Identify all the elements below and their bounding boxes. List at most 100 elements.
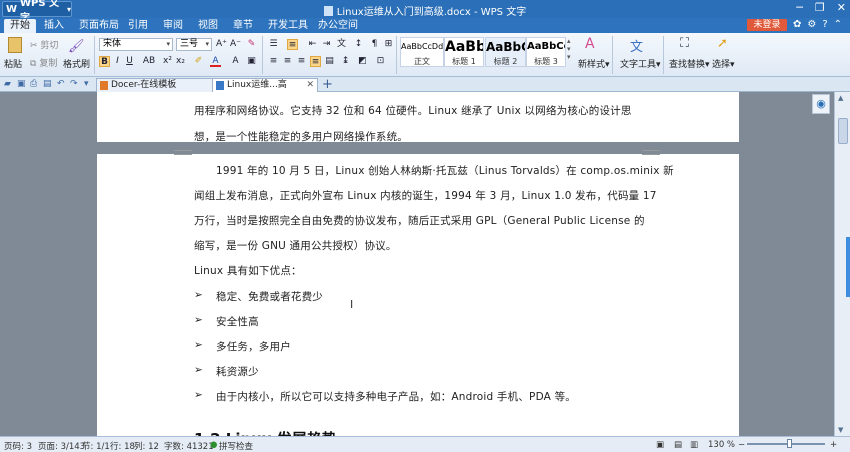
text-tools-button[interactable]: 文字工具▾ bbox=[620, 57, 661, 70]
style-heading-2[interactable]: AaBbC标题 2 bbox=[485, 37, 526, 67]
char-shading-button[interactable]: A bbox=[230, 56, 241, 67]
show-marks-icon[interactable]: ¶ bbox=[369, 39, 380, 50]
tab-home[interactable]: 开始 bbox=[4, 19, 36, 33]
justify-icon[interactable]: ≡ bbox=[310, 56, 321, 67]
zoom-out-button[interactable]: − bbox=[738, 440, 745, 450]
status-pages[interactable]: 页面: 3/143 bbox=[38, 440, 85, 452]
borders-icon[interactable]: ⊡ bbox=[375, 56, 386, 67]
save-icon[interactable]: ▣ bbox=[17, 79, 26, 89]
outline-view-icon[interactable]: ▤ bbox=[674, 440, 682, 450]
new-tab-button[interactable]: + bbox=[322, 77, 333, 92]
text-line[interactable]: 想，是一个性能稳定的多用户网络操作系统。 bbox=[194, 129, 408, 144]
find-replace-button[interactable]: 查找替换▾ bbox=[669, 57, 710, 70]
list-item[interactable]: 稳定、免费或者花费少 bbox=[216, 289, 323, 304]
align-center-icon[interactable]: ≡ bbox=[282, 56, 293, 67]
new-style-button[interactable]: 新样式▾ bbox=[578, 57, 610, 70]
list-item[interactable]: 由于内核小，所以它可以支持多种电子产品，如：Android 手机、PDA 等。 bbox=[216, 389, 576, 404]
scroll-up-icon[interactable]: ▲ bbox=[838, 94, 843, 102]
text-line[interactable]: 万行，当时是按照完全自由免费的协议发布，随后正式采用 GPL（General P… bbox=[194, 213, 645, 228]
page-view-icon[interactable]: ▣ bbox=[656, 440, 664, 450]
format-painter-button[interactable]: 格式刷 bbox=[63, 57, 90, 70]
tab-chapter[interactable]: 章节 bbox=[233, 19, 253, 33]
close-tab-icon[interactable]: ✕ bbox=[306, 79, 314, 92]
strikethrough-button[interactable]: AB bbox=[140, 56, 158, 67]
grow-font-button[interactable]: A⁺ bbox=[216, 39, 227, 50]
close-button[interactable]: ✕ bbox=[837, 1, 846, 14]
tab-developer[interactable]: 开发工具 bbox=[268, 19, 308, 33]
help-icon[interactable]: ? bbox=[822, 19, 827, 30]
doc-tab-docer[interactable]: Docer-在线模板 bbox=[96, 78, 214, 92]
text-line[interactable]: 1991 年的 10 月 5 日，Linux 创始人林纳斯·托瓦兹（Linus … bbox=[216, 163, 674, 178]
text-line[interactable]: 用程序和网络协议。它支持 32 位和 64 位硬件。Linux 继承了 Unix… bbox=[194, 103, 632, 118]
numbering-icon[interactable]: ≡ bbox=[287, 39, 298, 50]
spellcheck-toggle[interactable]: 拼写检查 bbox=[219, 440, 253, 452]
copy-button[interactable]: ⧉ 复制 bbox=[30, 56, 57, 69]
underline-button[interactable]: U bbox=[124, 56, 135, 67]
style-normal[interactable]: AaBbCcDd 正文 bbox=[400, 37, 444, 67]
superscript-button[interactable]: x² bbox=[162, 56, 173, 67]
scroll-down-icon[interactable]: ▼ bbox=[838, 426, 843, 434]
zoom-slider[interactable] bbox=[747, 443, 825, 445]
style-heading-3[interactable]: AaBbCc标题 3 bbox=[526, 37, 566, 67]
login-button[interactable]: 未登录 bbox=[747, 19, 787, 31]
list-item[interactable]: 多任务，多用户 bbox=[216, 339, 291, 354]
status-section[interactable]: 节: 1/1 bbox=[82, 440, 110, 452]
char-border-button[interactable]: ▣ bbox=[246, 56, 257, 67]
font-size-select[interactable]: 三号 ▾ bbox=[176, 38, 212, 51]
decrease-indent-icon[interactable]: ⇤ bbox=[307, 39, 318, 50]
style-heading-1[interactable]: AaBb 标题 1 bbox=[444, 37, 484, 67]
select-button[interactable]: 选择▾ bbox=[712, 57, 735, 70]
align-left-icon[interactable]: ≡ bbox=[268, 56, 279, 67]
subscript-button[interactable]: x₂ bbox=[175, 56, 186, 67]
highlight-icon[interactable]: ✐ bbox=[193, 56, 204, 67]
section-heading[interactable]: 1.2 Linux 发展趋势 bbox=[194, 428, 337, 436]
tab-insert[interactable]: 插入 bbox=[44, 19, 64, 33]
tab-page-layout[interactable]: 页面布局 bbox=[79, 19, 119, 33]
doc-tab-linux[interactable]: Linux运维...高级.docx✕ bbox=[212, 78, 318, 103]
status-word-count[interactable]: 字数: 41321 bbox=[164, 440, 214, 452]
tab-office-space[interactable]: 办公空间 bbox=[318, 19, 358, 33]
list-item[interactable]: 耗资源少 bbox=[216, 364, 259, 379]
distribute-icon[interactable]: ▤ bbox=[324, 56, 335, 67]
status-col[interactable]: 列: 12 bbox=[134, 440, 159, 452]
shading-icon[interactable]: ◩ bbox=[357, 56, 368, 67]
bold-button[interactable]: B bbox=[99, 56, 110, 67]
zoom-level[interactable]: 130 % bbox=[708, 440, 735, 450]
tab-review[interactable]: 审阅 bbox=[163, 19, 183, 33]
chinese-layout-icon[interactable]: 文 bbox=[336, 39, 347, 50]
text-line[interactable]: 缩写，是一份 GNU 通用公共授权）协议。 bbox=[194, 238, 397, 253]
web-view-icon[interactable]: ▥ bbox=[690, 440, 698, 450]
print-preview-icon[interactable]: ▤ bbox=[43, 79, 52, 89]
status-row[interactable]: 行: 18 bbox=[110, 440, 135, 452]
sort-icon[interactable]: ↕ bbox=[353, 39, 364, 50]
shrink-font-button[interactable]: A⁻ bbox=[230, 39, 241, 50]
scrollbar-thumb[interactable] bbox=[838, 118, 848, 144]
print-icon[interactable]: ⎙ bbox=[30, 79, 37, 89]
align-right-icon[interactable]: ≡ bbox=[296, 56, 307, 67]
cut-button[interactable]: ✂ 剪切 bbox=[30, 38, 58, 51]
skin-icon[interactable]: ✿ bbox=[793, 19, 801, 30]
tab-references[interactable]: 引用 bbox=[128, 19, 148, 33]
settings-icon[interactable]: ⚙ bbox=[807, 19, 816, 30]
collapse-ribbon-icon[interactable]: ⌃ bbox=[834, 19, 842, 30]
navigation-pin-icon[interactable]: ◉ bbox=[812, 94, 830, 114]
paste-icon[interactable] bbox=[8, 37, 22, 53]
font-name-select[interactable]: 宋体 ▾ bbox=[99, 38, 173, 51]
font-color-button[interactable]: A bbox=[210, 56, 221, 67]
zoom-in-button[interactable]: + bbox=[830, 440, 837, 450]
minimize-button[interactable]: ─ bbox=[796, 1, 803, 14]
tab-view[interactable]: 视图 bbox=[198, 19, 218, 33]
table-icon[interactable]: ⊞ bbox=[383, 39, 394, 50]
clear-format-button[interactable]: ✎ bbox=[246, 39, 257, 50]
text-line[interactable]: Linux 具有如下优点： bbox=[194, 263, 302, 278]
italic-button[interactable]: I bbox=[112, 56, 123, 67]
status-page-num[interactable]: 页码: 3 bbox=[4, 440, 32, 452]
quick-access-more-icon[interactable]: ▾ bbox=[84, 79, 89, 89]
paste-button[interactable]: 粘贴 bbox=[4, 57, 22, 70]
open-folder-icon[interactable]: ▰ bbox=[4, 79, 11, 89]
styles-more-button[interactable]: ▴ ▾ ▾ bbox=[567, 37, 571, 61]
line-spacing-icon[interactable]: ↨ bbox=[340, 56, 351, 67]
list-item[interactable]: 安全性高 bbox=[216, 314, 259, 329]
zoom-slider-handle[interactable] bbox=[787, 439, 792, 448]
redo-icon[interactable]: ↷ bbox=[70, 79, 78, 89]
